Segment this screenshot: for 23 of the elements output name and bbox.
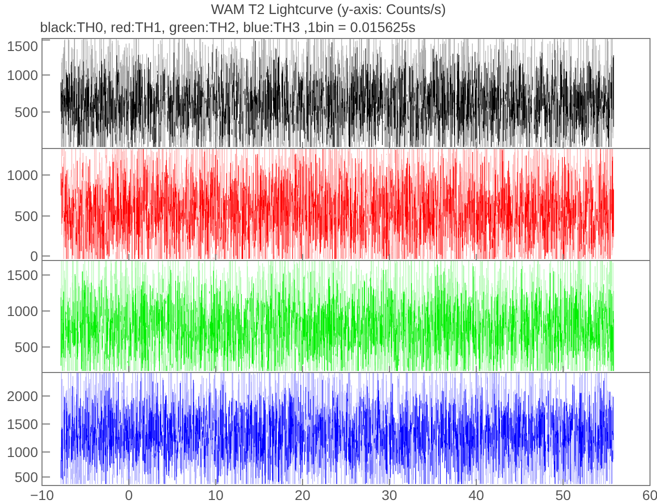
x-tick-label: 20	[294, 487, 310, 503]
y-tick-label: 1500	[6, 267, 38, 283]
y-tick-label: 500	[14, 208, 38, 224]
x-tick-label: −10	[30, 487, 54, 503]
x-tick-label: 30	[382, 487, 398, 503]
x-tick-label: 10	[208, 487, 224, 503]
y-tick-label: 2000	[6, 388, 38, 404]
y-tick-label: 500	[14, 104, 38, 120]
y-tick-label: 1000	[6, 167, 38, 183]
y-tick-label: 0	[30, 248, 38, 264]
x-tick-label: 0	[124, 487, 133, 503]
y-tick-label: 1000	[6, 67, 38, 83]
chart-legend: black:TH0, red:TH1, green:TH2, blue:TH3 ,1bin = 0.015625s	[40, 19, 416, 35]
x-tick-label: 50	[555, 487, 571, 503]
y-tick-label: 500	[14, 469, 38, 485]
x-tick-label: 40	[468, 487, 484, 503]
chart-title: WAM T2 Lightcurve (y-axis: Counts/s)	[210, 0, 447, 18]
x-tick-label: 60	[642, 487, 657, 503]
y-tick-label: 1500	[6, 38, 38, 54]
y-tick-label: 1000	[6, 303, 38, 319]
y-tick-label: 1000	[6, 444, 38, 460]
y-tick-label: 500	[14, 339, 38, 355]
y-tick-label: 1500	[6, 416, 38, 432]
